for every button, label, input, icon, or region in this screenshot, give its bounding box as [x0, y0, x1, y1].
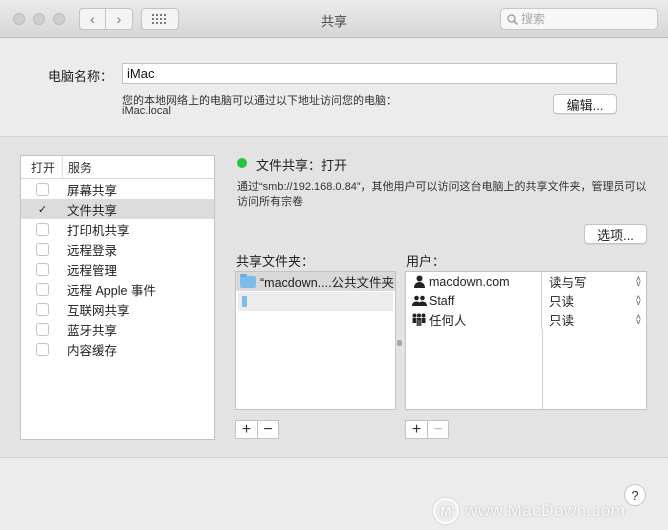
service-label: 互联网共享 [67, 303, 130, 318]
service-row[interactable]: 远程登录 [21, 239, 214, 259]
service-row[interactable]: 远程 Apple 事件 [21, 279, 214, 299]
user-row[interactable]: 任何人 只读 ˄ ˅ [406, 310, 646, 329]
service-row[interactable]: 屏幕共享 [21, 179, 214, 199]
computer-name-input[interactable] [122, 63, 617, 84]
user-name: 任何人 [429, 314, 467, 328]
service-label: 远程 Apple 事件 [67, 283, 156, 298]
everyone-icon [411, 313, 427, 327]
watermark-text: www.MacDown.com [465, 501, 626, 520]
up-down-arrows-icon: ˄ ˅ [635, 273, 641, 289]
service-checkbox[interactable] [36, 262, 49, 276]
user-cell: 任何人 [406, 310, 542, 329]
status-description: 通过“smb://192.168.0.84”，其他用户可以访问这台电脑上的共享文… [237, 181, 647, 208]
service-label: 远程管理 [67, 263, 118, 278]
search-field[interactable] [500, 8, 658, 30]
users-column-divider [542, 329, 543, 409]
user-cell: macdown.com [406, 272, 542, 291]
permission-value: 只读 [549, 295, 575, 309]
add-folder-button[interactable]: + [236, 421, 257, 438]
shared-folders-label: 共享文件夹： [236, 254, 315, 269]
service-checkbox[interactable]: ✓ [36, 203, 49, 216]
search-icon [507, 13, 518, 25]
folder-icon [240, 273, 256, 288]
zoom-window-button[interactable] [53, 13, 65, 25]
service-label: 屏幕共享 [67, 183, 118, 198]
permission-value: 只读 [549, 314, 575, 328]
header-service[interactable]: 服务 [63, 159, 92, 176]
chevron-right-icon: › [116, 11, 122, 27]
remove-folder-button[interactable]: − [257, 421, 278, 438]
service-checkbox[interactable] [36, 242, 49, 256]
minimize-window-button[interactable] [33, 13, 45, 25]
user-name: macdown.com [429, 274, 510, 289]
up-down-arrows-icon: ˄ ˅ [635, 292, 641, 308]
edit-button[interactable]: 编辑... [553, 94, 617, 114]
options-button[interactable]: 选项... [584, 224, 647, 244]
user-name: Staff [429, 293, 455, 308]
service-row[interactable]: 互联网共享 [21, 299, 214, 319]
grid-icon [152, 14, 166, 24]
users-list: macdown.com 读与写 ˄ ˅ Staff 只读 ˄ ˅ 任何人 只读 ˄ ˅ [405, 271, 647, 410]
services-list: 打开 服务 屏幕共享 ✓ 文件共享打印机共享远程登录远程管理远程 Apple 事件互… [20, 155, 215, 440]
search-input[interactable] [521, 12, 641, 26]
blurred-folder-row[interactable] [238, 292, 393, 311]
single-user-icon [411, 275, 427, 289]
service-label: 远程登录 [67, 243, 118, 258]
splitter-handle[interactable] [397, 340, 402, 346]
back-button[interactable]: ‹ [79, 8, 106, 30]
watermark: M www.MacDown.com [433, 498, 626, 524]
service-checkbox[interactable] [36, 222, 49, 236]
shared-folder-row[interactable]: “macdown....公共文件夹 [236, 272, 395, 291]
services-header: 打开 服务 [21, 156, 214, 179]
users-label: 用户： [406, 254, 446, 269]
permission-popup[interactable]: 只读 ˄ ˅ [542, 291, 646, 310]
service-label: 文件共享 [67, 203, 118, 218]
user-row[interactable]: macdown.com 读与写 ˄ ˅ [406, 272, 646, 291]
show-all-button[interactable] [141, 8, 179, 30]
service-label: 内容缓存 [67, 343, 118, 358]
permission-value: 读与写 [549, 276, 587, 290]
user-row[interactable]: Staff 只读 ˄ ˅ [406, 291, 646, 310]
add-user-button[interactable]: + [406, 421, 427, 438]
service-checkbox[interactable] [36, 342, 49, 356]
help-button[interactable]: ? [624, 484, 646, 506]
shared-folders-list: “macdown....公共文件夹 [235, 271, 396, 410]
service-checkbox[interactable] [36, 282, 49, 296]
service-row[interactable]: 打印机共享 [21, 219, 214, 239]
remove-user-button[interactable]: − [427, 421, 448, 438]
forward-button[interactable]: › [106, 8, 133, 30]
service-label: 蓝牙共享 [67, 323, 118, 338]
permission-popup[interactable]: 只读 ˄ ˅ [542, 310, 646, 329]
users-add-remove: + − [405, 420, 449, 439]
status-label: 文件共享：打开 [256, 158, 348, 173]
user-cell: Staff [406, 291, 542, 310]
folder-icon [242, 296, 247, 307]
service-checkbox[interactable] [36, 302, 49, 316]
macdown-logo: M [433, 498, 459, 524]
close-window-button[interactable] [13, 13, 25, 25]
service-row[interactable]: 内容缓存 [21, 339, 214, 359]
folders-add-remove: + − [235, 420, 279, 439]
service-label: 打印机共享 [67, 223, 130, 238]
service-row[interactable]: 远程管理 [21, 259, 214, 279]
status-indicator [237, 158, 247, 168]
permission-popup[interactable]: 读与写 ˄ ˅ [542, 272, 646, 291]
local-address: iMac.local [122, 105, 171, 117]
chevron-left-icon: ‹ [90, 11, 95, 27]
service-row[interactable]: 蓝牙共享 [21, 319, 214, 339]
service-checkbox[interactable] [36, 182, 49, 196]
header-on[interactable]: 打开 [21, 156, 63, 178]
title-bar: ‹ › 共享 [0, 0, 668, 38]
up-down-arrows-icon: ˄ ˅ [635, 311, 641, 327]
service-row[interactable]: ✓ 文件共享 [21, 199, 214, 219]
shared-folder-name: “macdown....公共文件夹 [260, 276, 395, 290]
service-checkbox[interactable] [36, 322, 49, 336]
computer-name-label: 电脑名称： [48, 69, 114, 84]
group-icon [411, 294, 427, 308]
